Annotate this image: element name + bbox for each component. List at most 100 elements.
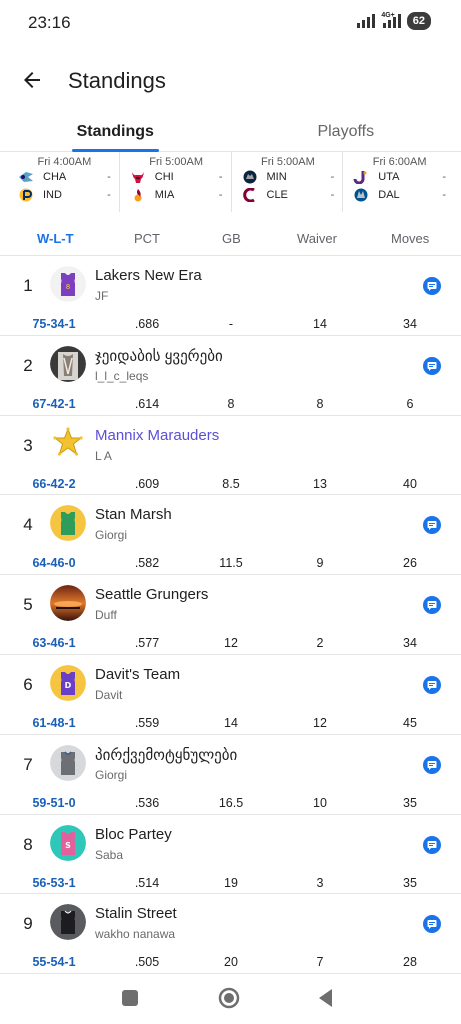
- back-arrow-icon[interactable]: [20, 68, 44, 92]
- cavaliers-logo-icon: [242, 188, 255, 202]
- standings-row[interactable]: 4 Stan Marsh Giorgi 64-46-0 .582 11.5 9 …: [0, 495, 461, 576]
- battery-indicator: 62: [406, 12, 431, 30]
- triangle-back-icon[interactable]: [314, 986, 338, 1010]
- owner-name: l_l_c_leqs: [95, 368, 149, 383]
- team-name[interactable]: Lakers New Era: [95, 267, 202, 284]
- owner-name: Duff: [95, 608, 117, 623]
- team-abbr: MIA: [154, 189, 175, 201]
- status-bar: 23:16 4G+ 62: [0, 0, 461, 44]
- app-bar: Standings: [0, 56, 461, 108]
- pct-value: .559: [134, 715, 160, 730]
- page-title: Standings: [68, 68, 166, 93]
- game-time: Fri 5:00AM: [260, 156, 315, 168]
- team-avatar-grey-jersey: [50, 744, 86, 781]
- standings-row[interactable]: 1 8 Lakers New Era JF 75-34-1 .686 - 14 …: [0, 256, 461, 336]
- rank: 3: [23, 435, 33, 455]
- team-score: -: [218, 189, 223, 201]
- pct-value: .686: [134, 317, 160, 331]
- waiver-value: 12: [313, 715, 327, 730]
- game-card[interactable]: Fri 4:00AM CHA - IND -: [8, 152, 120, 212]
- tab-playoffs[interactable]: Playoffs: [231, 116, 461, 151]
- rank: 1: [23, 276, 33, 295]
- chat-icon[interactable]: [422, 595, 442, 615]
- game-card[interactable]: Fri 5:00AM CHI - MIA -: [120, 152, 232, 212]
- column-pct[interactable]: PCT: [134, 231, 160, 246]
- owner-name: JF: [95, 289, 109, 303]
- team-name[interactable]: Davit's Team: [95, 666, 180, 683]
- owner-name: Giorgi: [95, 528, 128, 543]
- game-card[interactable]: Fri 5:00AM MIN - CLE -: [232, 152, 344, 212]
- game-time: Fri 5:00AM: [149, 156, 204, 168]
- pct-value: .505: [134, 955, 160, 970]
- standings-row[interactable]: 8 S Bloc Partey Saba 56-53-1 .514 19 3 3…: [0, 815, 461, 895]
- team-name[interactable]: Mannix Marauders: [95, 427, 219, 444]
- team-score: -: [107, 189, 111, 201]
- rank: 8: [23, 834, 33, 854]
- jazz-logo-icon: [353, 171, 367, 184]
- chat-icon[interactable]: [422, 675, 442, 695]
- gb-value: -: [228, 317, 234, 331]
- owner-name: Saba: [95, 847, 124, 862]
- tab-standings[interactable]: Standings: [0, 116, 231, 152]
- column-gb[interactable]: GB: [222, 231, 241, 246]
- signal-icon: [357, 14, 376, 28]
- gb-value: 14: [224, 715, 238, 730]
- hornets-logo-icon: [19, 172, 33, 182]
- team-name[interactable]: ჯეიდაბის ყვერები: [95, 347, 223, 365]
- waiver-value: 8: [316, 396, 324, 411]
- standings-row[interactable]: 6 D Davit's Team Davit 61-48-1 .559 14 1…: [0, 655, 461, 735]
- pct-value: .514: [134, 875, 160, 890]
- team-name[interactable]: Stalin Street: [95, 905, 177, 922]
- column-wlt[interactable]: W-L-T: [37, 231, 74, 246]
- chat-icon[interactable]: [422, 356, 442, 376]
- wlt-value: 61-48-1: [32, 715, 76, 730]
- pct-value: .577: [134, 636, 160, 651]
- owner-name: wakho nanawa: [95, 927, 176, 942]
- team-abbr: CHI: [154, 171, 174, 183]
- moves-value: 40: [403, 476, 417, 491]
- column-waiver[interactable]: Waiver: [297, 231, 337, 246]
- team-score: -: [330, 189, 335, 201]
- team-abbr: DAL: [378, 189, 400, 201]
- team-avatar-photo: [50, 345, 86, 382]
- team-avatar-s-jersey: S: [50, 824, 86, 861]
- owner-name: Davit: [95, 687, 123, 702]
- standings-row[interactable]: 2 ჯეიდაბის ყვერები l_l_c_leqs 67-42-1 .6…: [0, 336, 461, 416]
- moves-value: 34: [403, 636, 417, 651]
- team-score: -: [442, 189, 446, 201]
- team-avatar-purple-jersey: 8: [50, 266, 86, 302]
- chat-icon[interactable]: [422, 835, 442, 855]
- timberwolves-logo-icon: [243, 170, 256, 184]
- gb-value: 20: [224, 955, 238, 970]
- team-score: -: [218, 171, 223, 183]
- gb-value: 8.5: [222, 476, 240, 491]
- team-name[interactable]: Stan Marsh: [95, 506, 172, 523]
- waiver-value: 9: [316, 556, 324, 571]
- wlt-value: 59-51-0: [32, 795, 76, 810]
- game-card[interactable]: Fri 6:00AM UTA - DAL -: [343, 152, 454, 212]
- chat-icon[interactable]: [422, 755, 442, 775]
- standings-row[interactable]: 3 Mannix Marauders L A 66-42-2 .609 8.5 …: [0, 416, 461, 496]
- standings-row[interactable]: 7 პირქვემოტყნულები Giorgi 59-51-0 .536 1…: [0, 735, 461, 815]
- chat-icon[interactable]: [422, 914, 442, 934]
- circle-home-icon[interactable]: [217, 986, 241, 1010]
- game-schedule: Fri 4:00AM CHA - IND - Fri 5:00AM CHI - …: [8, 152, 454, 212]
- standings-row[interactable]: 9 Stalin Street wakho nanawa 55-54-1 .50…: [0, 894, 461, 975]
- chat-icon[interactable]: [422, 515, 442, 535]
- waiver-value: 2: [316, 636, 324, 651]
- waiver-value: 7: [316, 955, 324, 970]
- team-abbr: IND: [43, 189, 62, 201]
- rank: 7: [23, 754, 33, 774]
- pacers-logo-icon: [19, 188, 33, 202]
- square-recents-icon[interactable]: [118, 986, 142, 1010]
- column-moves[interactable]: Moves: [391, 231, 429, 246]
- wlt-value: 56-53-1: [32, 875, 76, 890]
- team-name[interactable]: Bloc Partey: [95, 826, 172, 843]
- team-name[interactable]: Seattle Grungers: [95, 586, 208, 603]
- standings-row[interactable]: 5 Seattle Grungers Duff 63-46-1 .577 12 …: [0, 575, 461, 655]
- svg-text:S: S: [65, 841, 71, 850]
- team-name[interactable]: პირქვემოტყნულები: [95, 746, 237, 764]
- wlt-value: 63-46-1: [32, 636, 76, 651]
- team-score: -: [107, 171, 111, 183]
- chat-icon[interactable]: [422, 276, 442, 296]
